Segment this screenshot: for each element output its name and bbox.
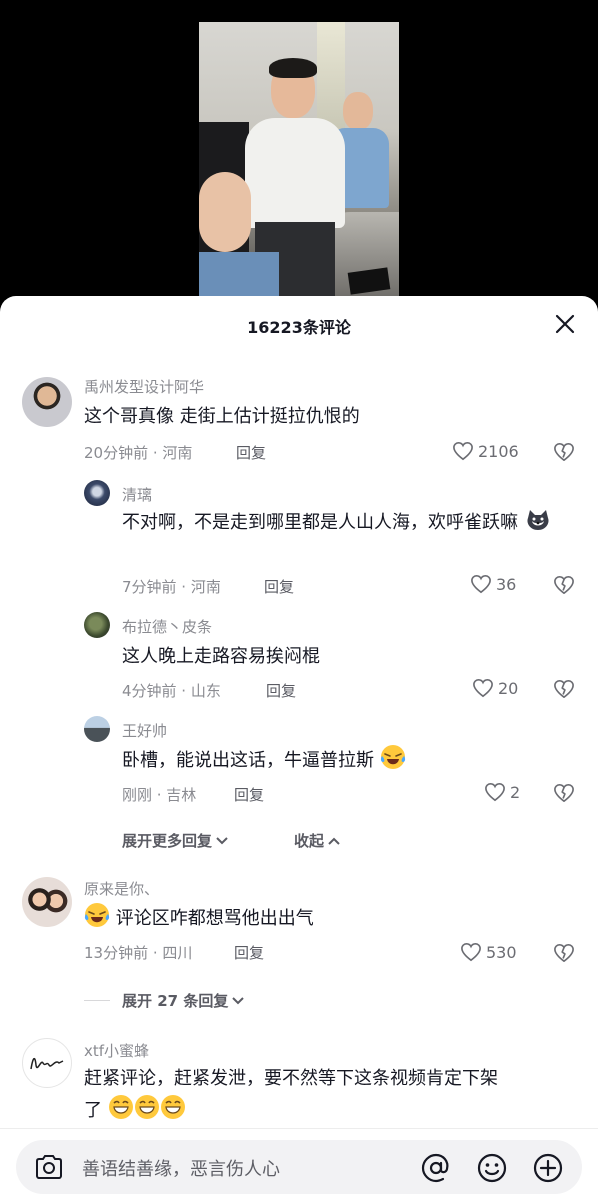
like-count: 2106 bbox=[478, 441, 519, 461]
grinning-emoji-icon bbox=[108, 1095, 133, 1119]
expand-more-replies-button[interactable]: 展开更多回复 bbox=[122, 830, 230, 851]
collapse-replies-button[interactable]: 收起 bbox=[294, 830, 342, 851]
like-count: 530 bbox=[486, 942, 517, 962]
like-count: 2 bbox=[510, 782, 521, 802]
close-icon[interactable] bbox=[554, 313, 576, 335]
chevron-up-icon bbox=[328, 837, 340, 845]
comment-username[interactable]: 原来是你、 bbox=[84, 878, 159, 899]
avatar[interactable] bbox=[84, 480, 110, 506]
like-button[interactable]: 20 bbox=[472, 678, 518, 698]
avatar[interactable] bbox=[22, 377, 72, 427]
video-frame[interactable] bbox=[199, 22, 399, 296]
heart-icon bbox=[461, 942, 481, 962]
expand-replies-label: 展开 27 条回复 bbox=[122, 992, 229, 1010]
reply-username[interactable]: 布拉德丶皮条 bbox=[122, 616, 212, 637]
laughing-crying-emoji-icon bbox=[380, 745, 405, 769]
reply-text: 这人晚上走路容易挨闷棍 bbox=[122, 646, 320, 667]
reply-button[interactable]: 回复 bbox=[236, 442, 266, 463]
reply-button[interactable]: 回复 bbox=[234, 784, 264, 805]
heart-icon bbox=[453, 441, 473, 461]
expand-replies-button[interactable]: 展开 27 条回复 bbox=[84, 990, 246, 1011]
like-count: 36 bbox=[496, 574, 517, 594]
reply-username[interactable]: 清璃 bbox=[122, 484, 152, 505]
reply-meta: 4分钟前 · 山东 bbox=[122, 682, 221, 700]
at-icon[interactable] bbox=[420, 1152, 452, 1184]
like-button[interactable]: 2 bbox=[484, 782, 520, 802]
video-hand bbox=[199, 172, 251, 252]
input-divider bbox=[0, 1128, 598, 1129]
comment-text-body: 评论区咋都想骂他出出气 bbox=[115, 908, 314, 929]
comment-text: 这个哥真像 走街上估计挺拉仇恨的 bbox=[84, 406, 360, 427]
comment-meta: 13分钟前 · 四川 bbox=[84, 944, 193, 962]
heart-icon bbox=[473, 678, 493, 698]
comment-username[interactable]: xtf小蜜蜂 bbox=[84, 1040, 149, 1061]
comment-count-title: 16223条评论 bbox=[247, 318, 351, 337]
broken-heart-icon[interactable] bbox=[553, 783, 575, 803]
comment-input-bar[interactable]: 善语结善缘，恶言伤人心 bbox=[16, 1140, 582, 1194]
grinning-emoji-icon bbox=[160, 1095, 185, 1119]
like-button[interactable]: 530 bbox=[460, 942, 517, 962]
reply-button[interactable]: 回复 bbox=[266, 680, 296, 701]
screen: 16223条评论 禹州发型设计阿华 这个哥真像 走街上估计挺拉仇恨的 20分钟前… bbox=[0, 0, 598, 1200]
reply-button[interactable]: 回复 bbox=[234, 942, 264, 963]
plus-icon[interactable] bbox=[532, 1152, 564, 1184]
video-jeans bbox=[199, 252, 279, 296]
comment-input-placeholder[interactable]: 善语结善缘，恶言伤人心 bbox=[82, 1155, 280, 1181]
grinning-emoji-icon bbox=[134, 1095, 159, 1119]
heart-icon bbox=[485, 782, 505, 802]
collapse-label: 收起 bbox=[294, 832, 325, 850]
reply-button[interactable]: 回复 bbox=[264, 576, 294, 597]
signature-avatar-icon bbox=[30, 1057, 64, 1070]
reply-text-body: 卧槽，能说出这话，牛逼普拉斯 bbox=[122, 750, 374, 771]
avatar[interactable] bbox=[22, 877, 72, 927]
comment-username[interactable]: 禹州发型设计阿华 bbox=[84, 376, 204, 397]
like-button[interactable]: 2106 bbox=[452, 441, 519, 461]
broken-heart-icon[interactable] bbox=[553, 679, 575, 699]
comment-text: 评论区咋都想骂他出出气 bbox=[84, 902, 314, 934]
broken-heart-icon[interactable] bbox=[553, 442, 575, 462]
chevron-down-icon bbox=[232, 996, 245, 1004]
camera-icon[interactable] bbox=[34, 1154, 64, 1180]
divider-dash bbox=[84, 1000, 110, 1001]
sheet-header: 16223条评论 bbox=[0, 296, 598, 352]
broken-heart-icon[interactable] bbox=[553, 943, 575, 963]
emoji-icon[interactable] bbox=[476, 1152, 508, 1184]
husky-emoji-icon bbox=[527, 510, 549, 530]
comment-text-line2: 了 bbox=[84, 1094, 186, 1126]
avatar[interactable] bbox=[22, 1038, 72, 1088]
comment-text: 赶紧评论，赶紧发泄，要不然等下这条视频肯定下架 bbox=[84, 1068, 498, 1089]
heart-icon bbox=[471, 574, 491, 594]
comment-meta: 20分钟前 · 河南 bbox=[84, 444, 193, 462]
like-button[interactable]: 36 bbox=[470, 574, 516, 594]
reply-meta: 刚刚 · 吉林 bbox=[122, 786, 197, 804]
expand-more-label: 展开更多回复 bbox=[122, 832, 213, 850]
reply-meta: 7分钟前 · 河南 bbox=[122, 578, 221, 596]
broken-heart-icon[interactable] bbox=[553, 575, 575, 595]
like-count: 20 bbox=[498, 678, 519, 698]
laughing-crying-emoji-icon bbox=[84, 903, 110, 927]
reply-username[interactable]: 王好帅 bbox=[122, 720, 167, 741]
reply-text: 不对啊，不是走到哪里都是人山人海，欢呼雀跃嘛 bbox=[122, 508, 572, 538]
avatar[interactable] bbox=[84, 716, 110, 742]
reply-text-body: 不对啊，不是走到哪里都是人山人海，欢呼雀跃嘛 bbox=[122, 512, 518, 533]
chevron-down-icon bbox=[216, 836, 228, 844]
comment-text-body: 了 bbox=[84, 1100, 102, 1121]
reply-text: 卧槽，能说出这话，牛逼普拉斯 bbox=[122, 744, 406, 776]
avatar[interactable] bbox=[84, 612, 110, 638]
